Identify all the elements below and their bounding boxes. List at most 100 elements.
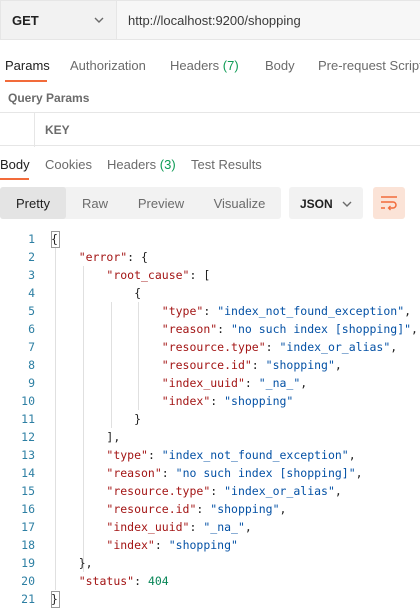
json-punct: : <box>161 466 176 480</box>
active-tab-indicator <box>5 80 47 82</box>
json-punct: : <box>154 538 169 552</box>
json-string: "_na_" <box>258 376 301 390</box>
json-punct <box>51 520 106 534</box>
raw-button[interactable]: Raw <box>66 187 124 219</box>
json-punct <box>51 358 162 372</box>
json-string: "_na_" <box>203 520 245 534</box>
chevron-down-icon <box>341 197 353 215</box>
json-punct: : <box>210 484 225 498</box>
active-response-tab-indicator <box>0 178 29 180</box>
tab-authorization[interactable]: Authorization <box>70 58 146 73</box>
code-text: "index_uuid": "_na_", <box>51 520 251 534</box>
line-number: 11 <box>21 412 35 426</box>
json-string: "index_or_alias" <box>279 340 391 354</box>
json-punct: , <box>300 376 308 390</box>
json-string: "no such index [shopping]" <box>175 466 356 480</box>
line-number: 8 <box>28 358 35 372</box>
code-line: 1{ <box>0 230 420 248</box>
json-punct <box>51 430 106 444</box>
tab-headers[interactable]: Headers (7) <box>170 58 239 73</box>
format-label: JSON <box>300 197 333 211</box>
line-number: 14 <box>21 466 35 480</box>
json-punct <box>51 376 162 390</box>
json-string: "shopping" <box>210 502 280 516</box>
tab-pre-request-script[interactable]: Pre-request Script <box>318 58 420 73</box>
query-params-title: Query Params <box>8 91 90 105</box>
line-number: 5 <box>28 304 35 318</box>
json-punct: : <box>217 322 232 336</box>
query-params-table: KEY <box>0 112 420 147</box>
code-text: } <box>51 592 58 606</box>
line-number: 3 <box>28 268 35 282</box>
json-key: "type" <box>161 304 204 318</box>
code-text: "index_uuid": "_na_", <box>51 376 307 390</box>
key-column-header: KEY <box>45 123 70 137</box>
request-tabs: Params Authorization Headers (7) Body Pr… <box>0 46 420 84</box>
visualize-button[interactable]: Visualize <box>198 187 281 219</box>
response-tab-cookies[interactable]: Cookies <box>45 157 92 172</box>
json-punct: : <box>189 520 204 534</box>
view-mode-group: Pretty Raw Preview Visualize <box>0 187 281 219</box>
line-number: 2 <box>28 250 35 264</box>
preview-button[interactable]: Preview <box>124 187 198 219</box>
format-select[interactable]: JSON <box>289 187 363 219</box>
json-string: "index_not_found_exception" <box>161 448 349 462</box>
json-string: "shopping" <box>168 538 238 552</box>
code-text: "error": { <box>51 250 148 264</box>
code-text: "type": "index_not_found_exception", <box>51 448 355 462</box>
json-punct: : <box>265 340 280 354</box>
code-text: "resource.id": "shopping", <box>51 358 342 372</box>
code-line: 7 "resource.type": "index_or_alias", <box>0 338 420 356</box>
code-line: 15 "resource.type": "index_or_alias", <box>0 482 420 500</box>
pretty-button[interactable]: Pretty <box>0 187 66 219</box>
json-key: "root_cause" <box>106 268 190 282</box>
response-tab-headers-label: Headers <box>107 157 157 172</box>
json-punct: { <box>51 232 58 246</box>
wrap-lines-button[interactable] <box>373 187 405 219</box>
json-punct <box>51 538 106 552</box>
code-line: 3 "root_cause": [ <box>0 266 420 284</box>
chevron-down-icon <box>93 13 105 31</box>
code-text: }, <box>51 556 93 570</box>
json-punct: , <box>334 484 342 498</box>
json-punct <box>51 286 134 300</box>
line-number: 6 <box>28 322 35 336</box>
json-punct: , <box>411 322 418 336</box>
code-line: 18 "index": "shopping" <box>0 536 420 554</box>
method-select[interactable]: GET <box>0 0 116 40</box>
json-punct <box>51 340 162 354</box>
code-line: 6 "reason": "no such index [shopping]", <box>0 320 420 338</box>
json-punct: } <box>134 412 142 426</box>
code-text: { <box>51 286 141 300</box>
url-input[interactable]: http://localhost:9200/shopping <box>116 0 420 40</box>
code-text: "index": "shopping" <box>51 394 294 408</box>
response-tab-test-results[interactable]: Test Results <box>191 157 262 172</box>
tab-params[interactable]: Params <box>5 58 50 73</box>
json-punct: : <box>203 304 218 318</box>
json-punct: : [ <box>189 268 211 282</box>
json-key: "index_uuid" <box>161 376 245 390</box>
line-number: 21 <box>21 592 35 606</box>
line-number: 20 <box>21 574 35 588</box>
response-body-editor[interactable]: 1{2 "error": {3 "root_cause": [4 {5 "typ… <box>0 230 420 614</box>
line-number: 12 <box>21 430 35 444</box>
line-number: 10 <box>21 394 35 408</box>
json-punct <box>51 322 162 336</box>
url-text: http://localhost:9200/shopping <box>128 13 301 28</box>
response-tab-body[interactable]: Body <box>0 157 30 172</box>
tab-body[interactable]: Body <box>265 58 295 73</box>
json-punct <box>51 556 79 570</box>
code-line: 9 "index_uuid": "_na_", <box>0 374 420 392</box>
code-line: 19 }, <box>0 554 420 572</box>
json-punct: : <box>210 394 225 408</box>
json-key: "index" <box>106 538 155 552</box>
code-line: 14 "reason": "no such index [shopping]", <box>0 464 420 482</box>
json-key: "index_uuid" <box>106 520 190 534</box>
json-key: "resource.type" <box>161 340 266 354</box>
line-number: 7 <box>28 340 35 354</box>
code-text: "type": "index_not_found_exception", <box>51 304 411 318</box>
response-tab-headers[interactable]: Headers (3) <box>107 157 176 172</box>
json-punct: , <box>390 340 398 354</box>
json-punct: , <box>355 466 363 480</box>
json-string: "index_not_found_exception" <box>217 304 405 318</box>
